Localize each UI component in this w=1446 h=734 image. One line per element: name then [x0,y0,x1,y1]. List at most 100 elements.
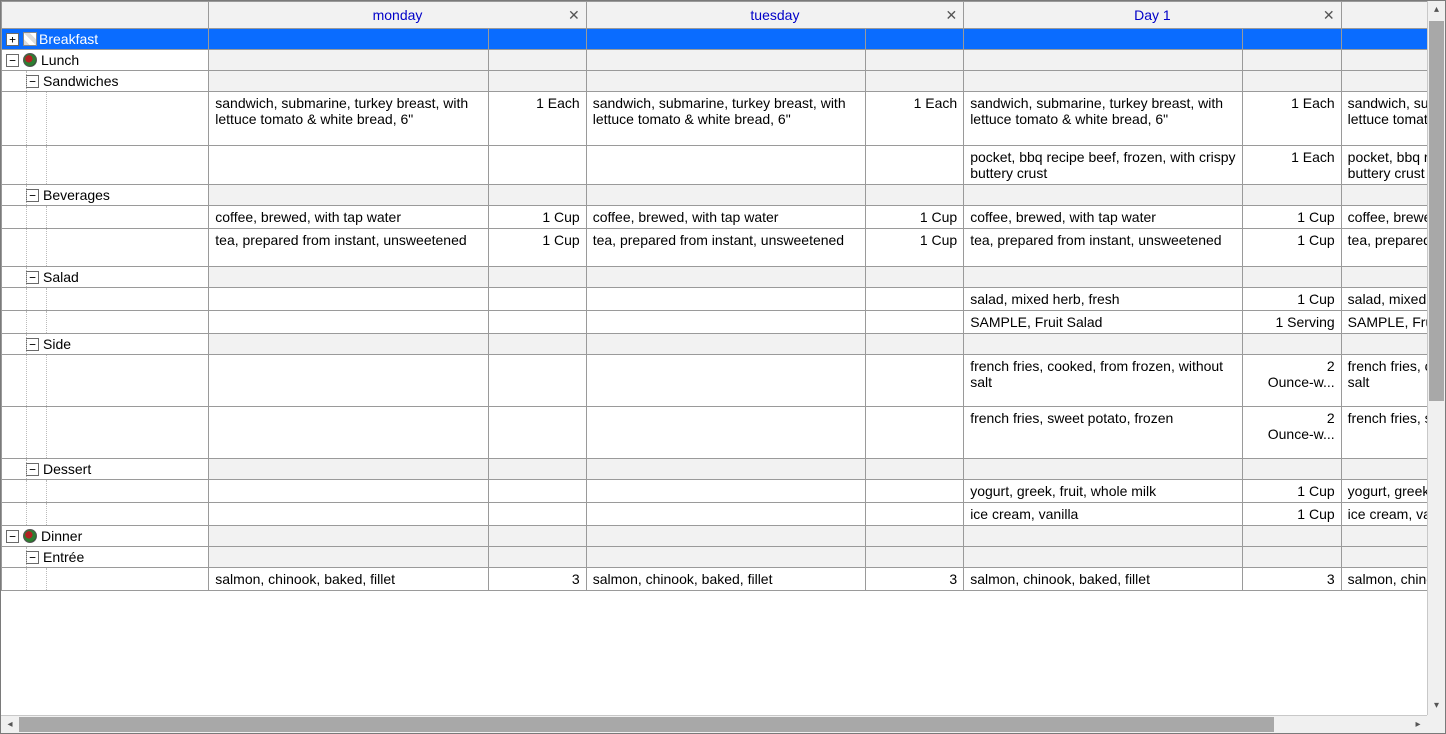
qty-cell[interactable]: 2Ounce-w... [1243,355,1341,407]
scroll-thumb[interactable] [1429,21,1444,401]
food-cell[interactable] [209,146,488,185]
food-cell[interactable]: yogurt, greek, fruit, whole milk [964,480,1243,503]
qty-cell[interactable] [488,146,586,185]
qty-cell[interactable]: 1 Each [1243,92,1341,146]
collapse-icon[interactable]: − [6,54,19,67]
food-row[interactable]: yogurt, greek, fruit, whole milk 1 Cup y… [2,480,1428,503]
qty-cell[interactable]: 1 Cup [488,206,586,229]
close-icon[interactable]: ✕ [1323,2,1335,28]
food-cell[interactable]: tea, prepared from instant, unsweetened [964,229,1243,267]
category-row-beverages[interactable]: − Beverages [2,185,1428,206]
scroll-up-icon[interactable]: ▴ [1428,1,1445,19]
food-cell[interactable]: pocket, bbq recipe beef, frozen, with cr… [964,146,1243,185]
qty-cell[interactable]: 1 Each [866,92,964,146]
category-row-entree[interactable]: − Entrée [2,547,1428,568]
collapse-icon[interactable]: − [6,530,19,543]
food-row[interactable]: tea, prepared from instant, unsweetened … [2,229,1428,267]
food-cell[interactable]: sandwich, submarine, turkey breast, with… [209,92,488,146]
food-row[interactable]: salad, mixed herb, fresh 1 Cup salad, mi… [2,288,1428,311]
food-cell[interactable]: salmon, chinook, baked, fillet [209,568,488,591]
food-cell[interactable]: tea, prepared from instant, unsweetened [1341,229,1427,267]
day-header-day1a[interactable]: Day 1 ✕ [964,2,1341,29]
food-cell[interactable]: french fries, sweet potato, frozen [964,407,1243,459]
food-cell[interactable]: tea, prepared from instant, unsweetened [586,229,865,267]
qty-cell[interactable]: 1 Cup [1243,503,1341,526]
food-row[interactable]: sandwich, submarine, turkey breast, with… [2,92,1428,146]
food-cell[interactable]: french fries, cooked, from frozen, witho… [964,355,1243,407]
qty-cell[interactable]: 1 Cup [1243,480,1341,503]
horizontal-scrollbar[interactable]: ◂ ▸ [1,715,1427,733]
qty-cell[interactable]: 1 Cup [866,206,964,229]
category-row-sandwiches[interactable]: − Sandwiches [2,71,1428,92]
scroll-thumb[interactable] [19,717,1274,732]
food-cell[interactable]: coffee, brewed, with tap water [964,206,1243,229]
food-cell[interactable]: salad, mixed herb, fresh [1341,288,1427,311]
qty-cell[interactable]: 1 Cup [1243,288,1341,311]
food-cell[interactable]: yogurt, greek, fruit, whole milk [1341,480,1427,503]
category-row-salad[interactable]: − Salad [2,267,1428,288]
food-cell[interactable]: sandwich, submarine, turkey breast, with… [964,92,1243,146]
food-cell[interactable]: salmon, chinook, baked, fillet [1341,568,1427,591]
scroll-left-icon[interactable]: ◂ [1,716,19,733]
food-cell[interactable] [586,146,865,185]
qty-cell[interactable]: 1 Cup [488,229,586,267]
category-row-dessert[interactable]: − Dessert [2,459,1428,480]
qty-cell[interactable]: 1 Cup [866,229,964,267]
food-row[interactable]: coffee, brewed, with tap water 1 Cup cof… [2,206,1428,229]
qty-unit: Ounce-w... [1268,374,1335,390]
food-cell[interactable]: sandwich, submarine, turkey breast, with… [1341,92,1427,146]
meal-row-lunch[interactable]: − Lunch [2,50,1428,71]
category-row-side[interactable]: − Side [2,334,1428,355]
food-row[interactable]: SAMPLE, Fruit Salad 1 Serving SAMPLE, Fr… [2,311,1428,334]
qty-cell[interactable]: 1 Serving [1243,311,1341,334]
food-cell[interactable]: coffee, brewed, with tap water [1341,206,1427,229]
food-cell[interactable]: pocket, bbq recipe beef, frozen, with cr… [1341,146,1427,185]
close-icon[interactable]: ✕ [945,2,957,28]
food-cell[interactable]: coffee, brewed, with tap water [586,206,865,229]
qty-cell[interactable]: 3 [1243,568,1341,591]
expand-icon[interactable]: + [6,33,19,46]
qty-cell[interactable]: 3 [488,568,586,591]
day-label: Day 1 [1134,7,1171,23]
collapse-icon[interactable]: − [26,463,39,476]
collapse-icon[interactable]: − [26,75,39,88]
collapse-icon[interactable]: − [26,551,39,564]
food-cell[interactable]: coffee, brewed, with tap water [209,206,488,229]
qty-cell[interactable]: 1 Each [1243,146,1341,185]
close-icon[interactable]: ✕ [568,2,580,28]
qty-cell[interactable] [866,146,964,185]
food-cell[interactable]: SAMPLE, Fruit Salad [1341,311,1427,334]
qty-cell[interactable]: 1 Each [488,92,586,146]
day-header-day1b[interactable]: Day 1 [1341,2,1427,29]
qty-cell[interactable]: 3 [866,568,964,591]
food-row[interactable]: ice cream, vanilla 1 Cup ice cream, vani… [2,503,1428,526]
food-cell[interactable]: sandwich, submarine, turkey breast, with… [586,92,865,146]
food-cell[interactable]: tea, prepared from instant, unsweetened [209,229,488,267]
food-row[interactable]: french fries, sweet potato, frozen 2Ounc… [2,407,1428,459]
food-row[interactable]: salmon, chinook, baked, fillet 3 salmon,… [2,568,1428,591]
day-header-tuesday[interactable]: tuesday ✕ [586,2,963,29]
qty-cell[interactable]: 1 Cup [1243,229,1341,267]
collapse-icon[interactable]: − [26,338,39,351]
food-cell[interactable]: french fries, cooked, from frozen, witho… [1341,355,1427,407]
food-cell[interactable]: salad, mixed herb, fresh [964,288,1243,311]
meal-row-dinner[interactable]: − Dinner [2,526,1428,547]
food-cell[interactable]: ice cream, vanilla [964,503,1243,526]
food-cell[interactable]: SAMPLE, Fruit Salad [964,311,1243,334]
food-row[interactable]: french fries, cooked, from frozen, witho… [2,355,1428,407]
meal-plan-grid: monday ✕ tuesday ✕ Day 1 ✕ Day 1 [0,0,1446,734]
day-header-monday[interactable]: monday ✕ [209,2,586,29]
food-cell[interactable]: french fries, sweet potato, frozen [1341,407,1427,459]
food-row[interactable]: pocket, bbq recipe beef, frozen, with cr… [2,146,1428,185]
scroll-down-icon[interactable]: ▾ [1428,697,1445,715]
scroll-right-icon[interactable]: ▸ [1409,716,1427,733]
qty-cell[interactable]: 1 Cup [1243,206,1341,229]
food-cell[interactable]: salmon, chinook, baked, fillet [964,568,1243,591]
food-cell[interactable]: salmon, chinook, baked, fillet [586,568,865,591]
vertical-scrollbar[interactable]: ▴ ▾ [1427,1,1445,715]
meal-row-breakfast[interactable]: + Breakfast [2,29,1428,50]
collapse-icon[interactable]: − [26,189,39,202]
food-cell[interactable]: ice cream, vanilla [1341,503,1427,526]
collapse-icon[interactable]: − [26,271,39,284]
qty-cell[interactable]: 2Ounce-w... [1243,407,1341,459]
